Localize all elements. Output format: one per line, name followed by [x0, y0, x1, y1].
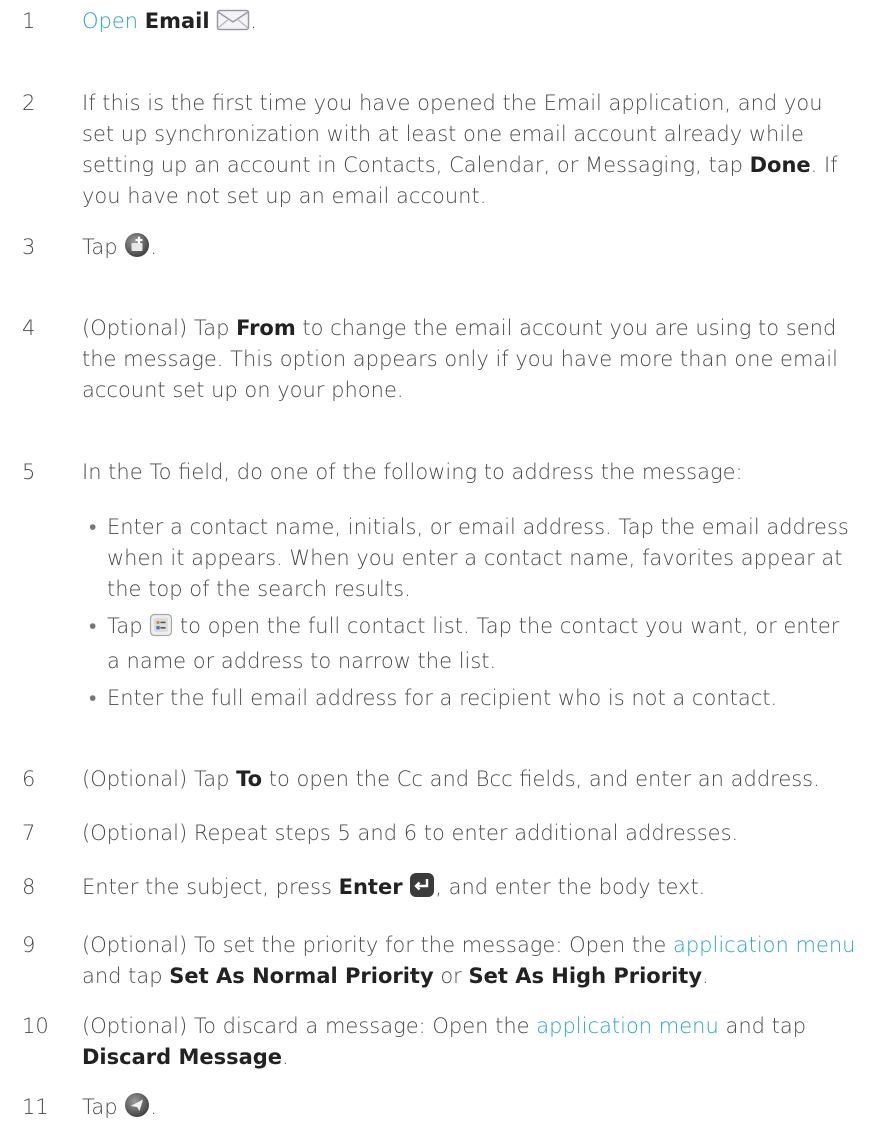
enter-label: Enter: [338, 875, 403, 899]
contacts-list-icon[interactable]: [149, 613, 173, 646]
step-number: 7: [22, 821, 36, 845]
envelope-icon: [216, 8, 250, 41]
step-5-text: In the To field, do one of the following…: [82, 460, 743, 484]
list-item: • Enter a contact name, initials, or emai…: [89, 515, 849, 601]
email-app-name: Email: [144, 9, 210, 33]
step-number: 10: [22, 1014, 49, 1038]
from-label: From: [236, 316, 296, 340]
send-icon[interactable]: [124, 1092, 150, 1127]
step-number: 2: [22, 91, 36, 115]
step-8-text: Enter the subject, press Enter , and ent…: [82, 872, 857, 907]
step-number: 1: [22, 9, 36, 33]
discard-message-label: Discard Message: [82, 1045, 283, 1069]
step-4-text: (Optional) Tap From to change the email …: [82, 316, 838, 402]
high-priority-label: Set As High Priority: [468, 964, 703, 988]
step-6-text: (Optional) Tap To to open the Cc and Bcc…: [82, 767, 820, 791]
open-link[interactable]: Open: [82, 9, 138, 33]
step-number: 11: [22, 1095, 49, 1119]
to-label: To: [236, 767, 263, 791]
new-message-plus-icon[interactable]: [124, 232, 150, 267]
step-number: 9: [22, 933, 36, 957]
step-10-text: (Optional) To discard a message: Open th…: [82, 1014, 807, 1069]
step-2-text: If this is the first time you have opene…: [82, 91, 838, 208]
address-options-list: • Enter a contact name, initials, or emai…: [87, 512, 857, 720]
step-number: 4: [22, 316, 36, 340]
enter-key-icon: [409, 872, 435, 907]
step-number: 5: [22, 460, 36, 484]
list-item: • Enter the full email address for a reci…: [89, 686, 778, 710]
normal-priority-label: Set As Normal Priority: [169, 964, 434, 988]
list-item: • Tap to open the full contact list. Tap …: [89, 613, 840, 673]
done-label: Done: [749, 153, 811, 177]
step-number: 8: [22, 875, 36, 899]
application-menu-link[interactable]: application menu: [536, 1014, 719, 1038]
step-9-text: (Optional) To set the priority for the m…: [82, 933, 856, 988]
step-number: 6: [22, 767, 36, 791]
step-7-text: (Optional) Repeat steps 5 and 6 to enter…: [82, 821, 739, 845]
application-menu-link[interactable]: application menu: [673, 933, 856, 957]
step-number: 3: [22, 235, 36, 259]
